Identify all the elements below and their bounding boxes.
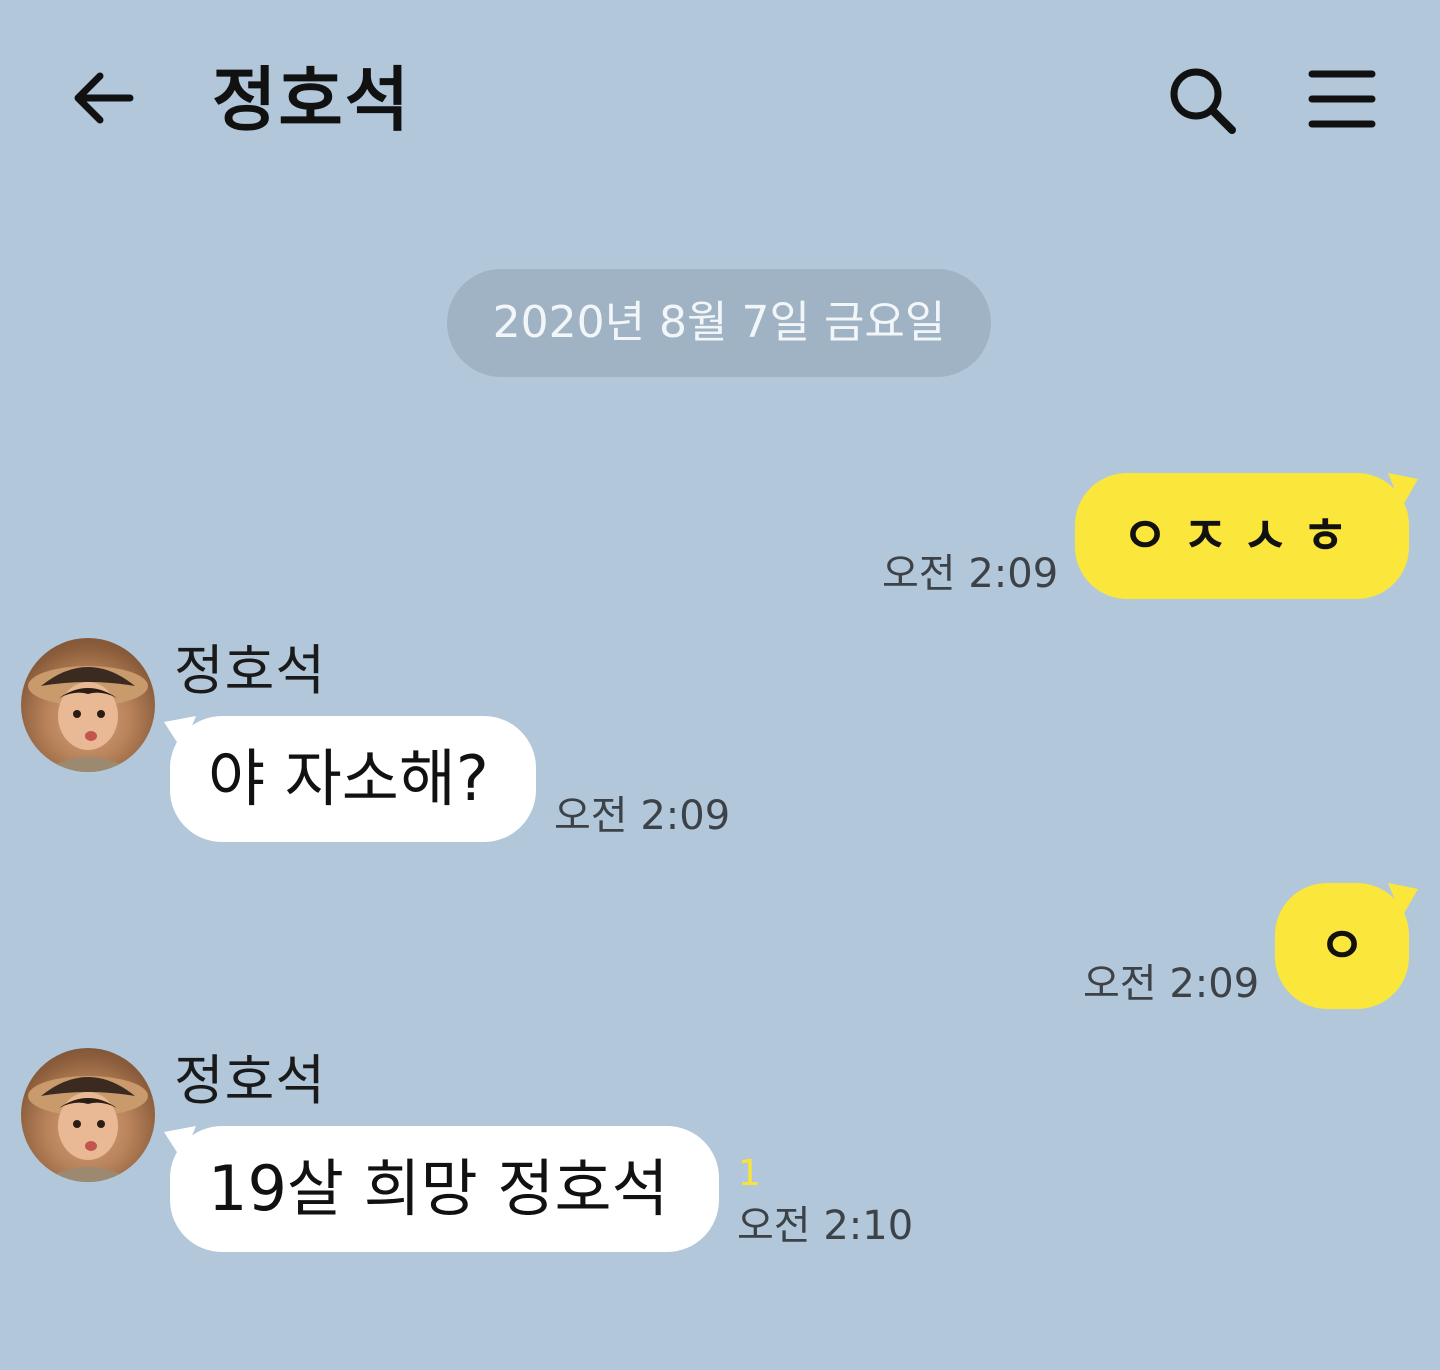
my-message-bubble[interactable]: ㅇㅈㅅㅎ	[1075, 473, 1409, 599]
chat-header: 정호석	[0, 0, 1440, 200]
menu-button[interactable]	[1304, 66, 1380, 132]
sender-name: 정호석	[174, 639, 327, 702]
profile-photo	[28, 1076, 148, 1182]
bubble-tail	[1388, 883, 1418, 917]
search-button[interactable]	[1164, 62, 1240, 138]
received-message-bubble[interactable]: 야 자소해?	[170, 716, 536, 842]
message-time: 오전 2:10	[737, 1203, 914, 1249]
unread-count: 1	[738, 1153, 761, 1194]
date-divider: 2020년 8월 7일 금요일	[447, 269, 991, 377]
bubble-tail	[1388, 473, 1418, 507]
menu-icon	[1308, 70, 1376, 128]
avatar[interactable]	[21, 638, 155, 772]
avatar[interactable]	[21, 1048, 155, 1182]
back-button[interactable]	[66, 62, 138, 134]
message-time: 오전 2:09	[554, 793, 731, 839]
message-time: 오전 2:09	[1083, 961, 1260, 1007]
chat-title: 정호석	[212, 59, 412, 141]
sender-name: 정호석	[174, 1049, 327, 1112]
message-time: 오전 2:09	[882, 551, 1059, 597]
profile-photo	[28, 666, 148, 772]
received-message-bubble[interactable]: 19살 희망 정호석	[170, 1126, 719, 1252]
arrow-left-icon	[74, 72, 134, 124]
search-icon	[1170, 68, 1236, 134]
